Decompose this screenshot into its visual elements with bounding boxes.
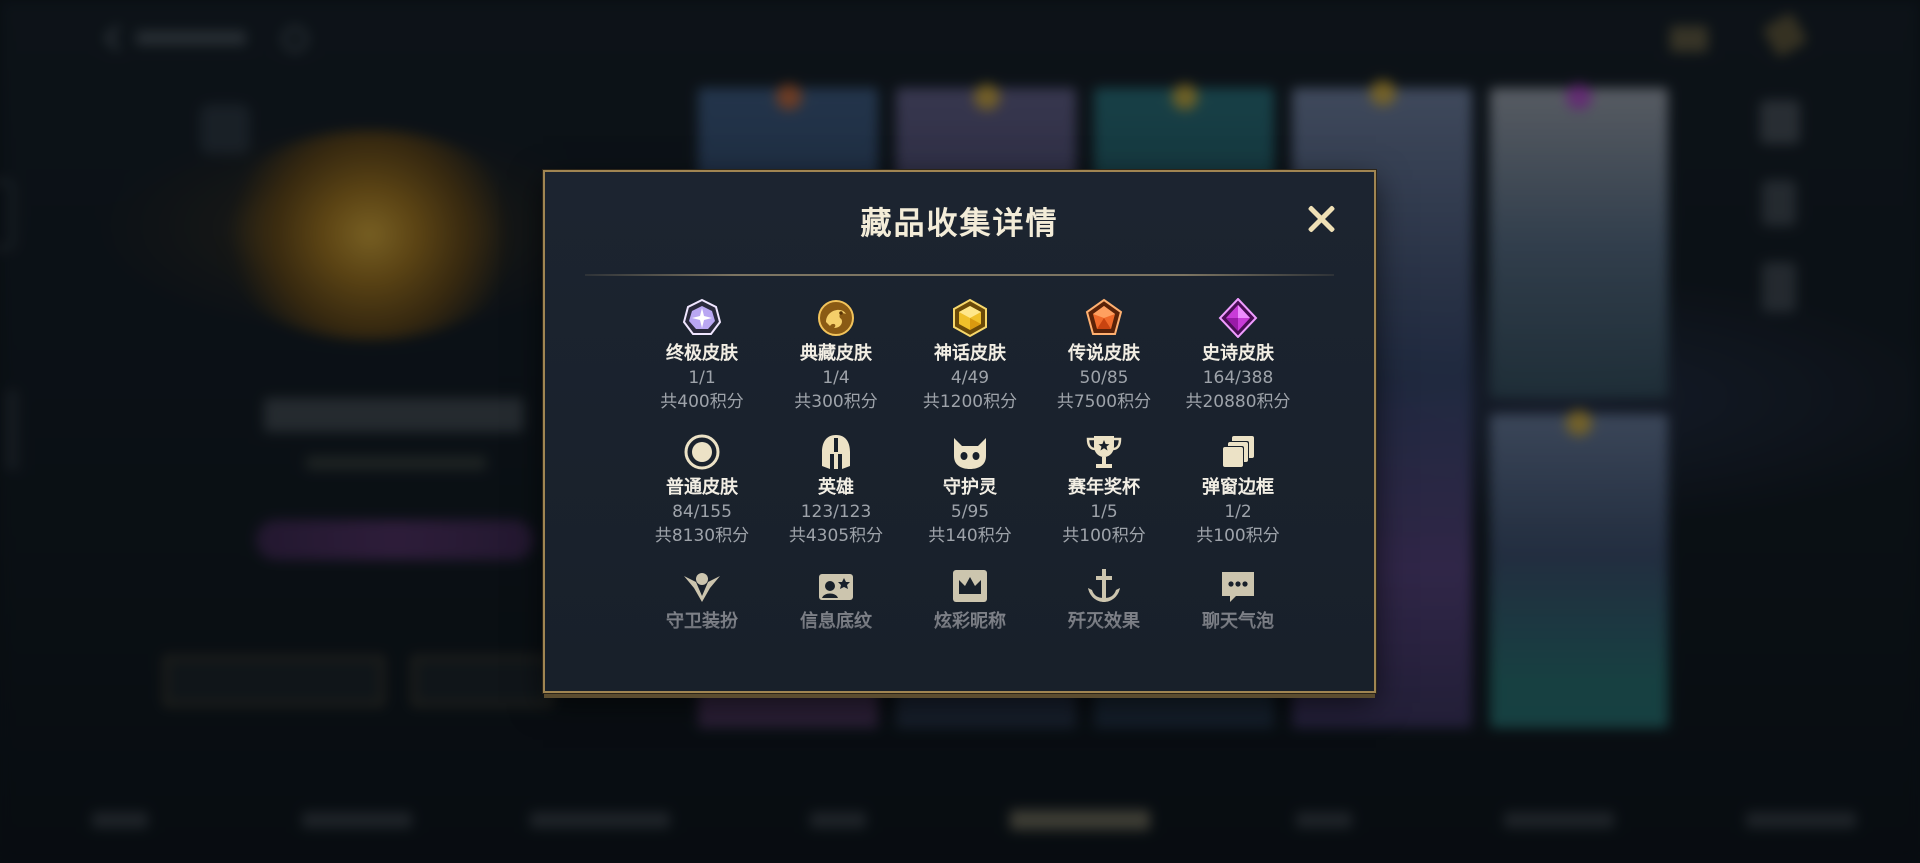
item-points: 共20880积分 — [1185, 392, 1291, 412]
item-points: 共400积分 — [660, 392, 744, 412]
item-count: 123/123 — [800, 502, 872, 522]
collection-item-standard: 普通皮肤 84/155 共8130积分 — [635, 432, 769, 554]
title-divider — [585, 274, 1334, 276]
cat-guardian-icon — [950, 432, 990, 472]
item-count: 1/2 — [1224, 502, 1252, 522]
item-points: 共7500积分 — [1056, 392, 1152, 412]
crown-nameplate-icon — [950, 566, 990, 606]
collection-item-legendary: 传说皮肤 50/85 共7500积分 — [1037, 298, 1171, 420]
collection-item-trophy: 赛年奖杯 1/5 共100积分 — [1037, 432, 1171, 554]
standard-circle-icon — [682, 432, 722, 472]
item-count: 50/85 — [1079, 368, 1129, 388]
item-label: 传说皮肤 — [1068, 343, 1140, 364]
collection-item-epic: 史诗皮肤 164/388 共20880积分 — [1171, 298, 1305, 420]
collection-details-dialog: 藏品收集详情 终极皮肤 1/1 共400积分 典藏皮肤 1/4 共300积分 神… — [543, 170, 1376, 693]
close-button[interactable] — [1306, 204, 1336, 234]
item-points: 共4305积分 — [788, 526, 884, 546]
dialog-title: 藏品收集详情 — [860, 206, 1059, 242]
ward-skin-icon — [682, 566, 722, 606]
item-label: 神话皮肤 — [934, 343, 1006, 364]
collection-item-prestige: 典藏皮肤 1/4 共300积分 — [769, 298, 903, 420]
legendary-gem-icon — [1084, 298, 1124, 338]
trophy-icon — [1084, 432, 1124, 472]
item-count: 1/1 — [688, 368, 716, 388]
item-label: 赛年奖杯 — [1068, 477, 1140, 498]
prestige-dragon-icon — [816, 298, 856, 338]
chat-bubble-icon — [1218, 566, 1258, 606]
item-label: 英雄 — [818, 477, 854, 498]
ultimate-skin-gem-icon — [682, 298, 722, 338]
item-label: 普通皮肤 — [666, 477, 738, 498]
item-count: 1/4 — [822, 368, 850, 388]
item-label: 史诗皮肤 — [1202, 343, 1274, 364]
item-count: 164/388 — [1202, 368, 1274, 388]
item-count: 84/155 — [672, 502, 732, 522]
item-count: 5/95 — [950, 502, 990, 522]
item-points: 共300积分 — [794, 392, 878, 412]
item-label: 终极皮肤 — [666, 343, 738, 364]
item-label: 守护灵 — [943, 477, 997, 498]
item-points: 共140积分 — [928, 526, 1012, 546]
item-label: 弹窗边框 — [1202, 477, 1274, 498]
collection-item-guardian: 守护灵 5/95 共140积分 — [903, 432, 1037, 554]
frame-stack-icon — [1218, 432, 1258, 472]
item-points: 共1200积分 — [922, 392, 1018, 412]
info-card-icon — [816, 566, 856, 606]
mythic-gem-icon — [950, 298, 990, 338]
epic-gem-icon — [1218, 298, 1258, 338]
scroll-fade — [545, 621, 1374, 691]
item-label: 典藏皮肤 — [800, 343, 872, 364]
item-count: 4/49 — [950, 368, 990, 388]
collection-item-frame: 弹窗边框 1/2 共100积分 — [1171, 432, 1305, 554]
item-points: 共100积分 — [1062, 526, 1146, 546]
collection-item-mythic: 神话皮肤 4/49 共1200积分 — [903, 298, 1037, 420]
collection-item-heroes: 英雄 123/123 共4305积分 — [769, 432, 903, 554]
item-points: 共100积分 — [1196, 526, 1280, 546]
item-count: 1/5 — [1090, 502, 1118, 522]
collection-item-ultimate: 终极皮肤 1/1 共400积分 — [635, 298, 769, 420]
helmet-icon — [816, 432, 856, 472]
anchor-sword-icon — [1084, 566, 1124, 606]
item-points: 共8130积分 — [654, 526, 750, 546]
